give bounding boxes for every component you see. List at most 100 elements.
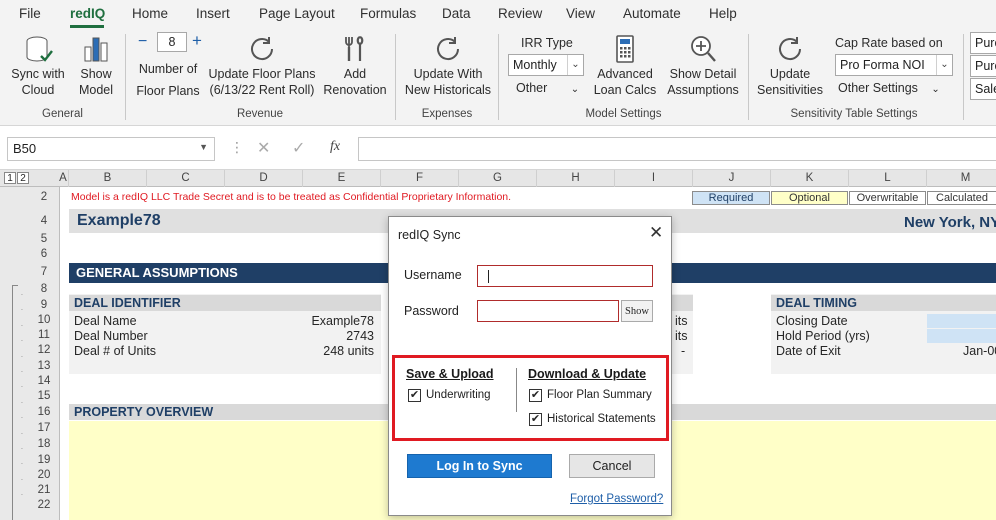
insert-function-icon[interactable]: fx <box>330 139 340 155</box>
deal-timing-header: DEAL TIMING <box>771 295 996 311</box>
row-header[interactable]: 12 <box>30 343 58 358</box>
column-header[interactable]: C <box>147 170 225 187</box>
row-header[interactable]: 4 <box>30 214 58 229</box>
tab-home[interactable]: Home <box>132 6 168 21</box>
other-settings-menu[interactable]: Other Settings ⌄ <box>838 81 940 95</box>
row-header[interactable]: 18 <box>30 437 58 452</box>
row-header[interactable]: 5 <box>30 232 58 247</box>
purchase-select-1[interactable]: Purc <box>970 32 996 54</box>
forgot-password-link[interactable]: Forgot Password? <box>570 493 663 505</box>
show-model-button[interactable]: Show Model <box>74 34 118 98</box>
column-header[interactable]: E <box>303 170 381 187</box>
row-header[interactable]: 20 <box>30 468 58 483</box>
number-of-floor-plans-label: Number of Floor Plans <box>136 62 200 98</box>
column-header[interactable]: L <box>849 170 927 187</box>
column-header[interactable]: A <box>58 170 69 187</box>
row-header[interactable]: 11 <box>30 328 58 343</box>
update-sensitivities-button[interactable]: Update Sensitivities <box>756 34 824 98</box>
group-label-general: General <box>42 108 83 120</box>
other-menu[interactable]: Other ⌄ <box>516 81 579 95</box>
tab-file[interactable]: File <box>19 6 41 21</box>
row-header[interactable]: 8 <box>30 282 58 297</box>
username-field[interactable] <box>477 265 653 287</box>
tab-review[interactable]: Review <box>498 6 542 21</box>
column-header[interactable]: I <box>615 170 693 187</box>
purchase-select-2[interactable]: Purc <box>970 55 996 77</box>
password-field[interactable] <box>477 300 619 322</box>
column-header[interactable]: J <box>693 170 771 187</box>
outline-bracket <box>12 285 18 286</box>
minus-icon[interactable]: − <box>138 33 147 51</box>
tab-automate[interactable]: Automate <box>623 6 681 21</box>
tab-insert[interactable]: Insert <box>196 6 230 21</box>
group-label-expenses: Expenses <box>421 108 473 120</box>
sale-select[interactable]: Sale <box>970 78 996 100</box>
enter-icon[interactable]: ✓ <box>292 138 305 158</box>
tab-formulas[interactable]: Formulas <box>360 6 416 21</box>
row-header[interactable]: 10 <box>30 313 58 328</box>
advanced-loan-calcs-button[interactable]: Advanced Loan Calcs <box>592 34 658 98</box>
show-password-button[interactable]: Show <box>621 300 653 322</box>
outline-level-2[interactable]: 2 <box>17 172 29 184</box>
zoom-in-icon <box>691 36 716 62</box>
irr-type-select[interactable]: Monthly ⌄ <box>508 54 584 76</box>
database-sync-icon <box>26 36 53 62</box>
row-header[interactable]: 2 <box>30 190 58 205</box>
update-with-new-historicals-button[interactable]: Update With New Historicals <box>404 34 492 98</box>
update-floor-plans-button[interactable]: Update Floor Plans (6/13/22 Rent Roll) <box>208 34 316 98</box>
tab-view[interactable]: View <box>566 6 595 21</box>
log-in-to-sync-button[interactable]: Log In to Sync <box>407 454 552 478</box>
deal-units-value[interactable]: 248 units <box>300 344 374 358</box>
cap-rate-select[interactable]: Pro Forma NOI ⌄ <box>835 54 953 76</box>
column-header[interactable]: B <box>69 170 147 187</box>
row-header[interactable]: 9 <box>30 298 58 313</box>
hold-period-input[interactable] <box>927 329 996 343</box>
sync-with-cloud-button[interactable]: Sync with Cloud <box>8 34 68 98</box>
add-renovation-button[interactable]: Add Renovation <box>322 34 388 98</box>
close-icon[interactable]: ✕ <box>649 223 663 243</box>
deal-number-value[interactable]: 2743 <box>300 329 374 343</box>
column-header[interactable]: D <box>225 170 303 187</box>
row-header[interactable]: 14 <box>30 374 58 389</box>
tab-rediq[interactable]: redIQ <box>70 6 105 21</box>
floor-plan-summary-checkbox[interactable]: ✔ <box>529 389 542 402</box>
username-label: Username <box>404 268 462 282</box>
tab-help[interactable]: Help <box>709 6 737 21</box>
closing-date-input[interactable] <box>927 314 996 328</box>
row-header[interactable]: 7 <box>30 265 58 280</box>
row-header[interactable]: 19 <box>30 453 58 468</box>
row-header[interactable]: 13 <box>30 359 58 374</box>
outline-level-1[interactable]: 1 <box>4 172 16 184</box>
column-header[interactable]: H <box>537 170 615 187</box>
row-header[interactable]: 22 <box>30 498 58 513</box>
historical-statements-checkbox[interactable]: ✔ <box>529 413 542 426</box>
row-header[interactable]: 6 <box>30 247 58 262</box>
column-header[interactable]: F <box>381 170 459 187</box>
update-with-new-historicals-label: Update With New Historicals <box>404 67 492 97</box>
column-header[interactable]: M <box>927 170 996 187</box>
row-header[interactable]: 21 <box>30 483 58 498</box>
refresh-icon <box>779 37 802 61</box>
tab-data[interactable]: Data <box>442 6 471 21</box>
hold-period-label: Hold Period (yrs) <box>776 329 870 343</box>
tab-page-layout[interactable]: Page Layout <box>259 6 335 21</box>
column-header[interactable]: G <box>459 170 537 187</box>
column-header[interactable]: K <box>771 170 849 187</box>
row-header[interactable]: 16 <box>30 405 58 420</box>
middle-panel-header <box>672 295 693 311</box>
show-model-label: Show Model <box>78 67 114 97</box>
show-detail-assumptions-button[interactable]: Show Detail Assumptions <box>664 34 742 98</box>
name-box[interactable]: B50 ▼ <box>7 137 215 161</box>
floor-plan-count-input[interactable]: 8 <box>157 32 187 52</box>
row-header[interactable]: 17 <box>30 421 58 436</box>
deal-city: New York, NY <box>904 214 996 231</box>
deal-name-value[interactable]: Example78 <box>300 314 374 328</box>
underwriting-label: Underwriting <box>426 389 491 401</box>
cancel-button[interactable]: Cancel <box>569 454 655 478</box>
formula-input[interactable] <box>358 137 996 161</box>
cancel-icon[interactable]: ✕ <box>257 138 270 158</box>
plus-icon[interactable]: + <box>192 31 202 51</box>
row-header[interactable]: 15 <box>30 389 58 404</box>
underwriting-checkbox[interactable]: ✔ <box>408 389 421 402</box>
partial-value: its <box>675 329 688 343</box>
